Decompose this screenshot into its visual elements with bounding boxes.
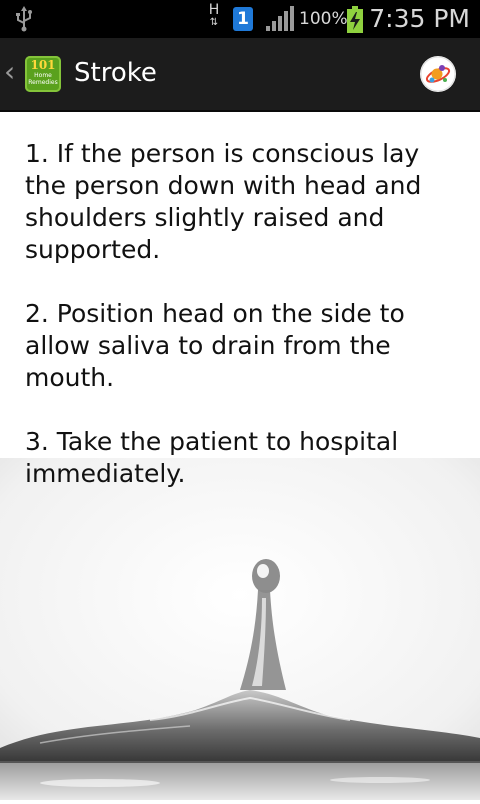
share-app-icon	[420, 56, 456, 92]
signal-icon	[265, 6, 295, 36]
step-2: 2. Position head on the side to allow sa…	[25, 299, 405, 392]
step-3: 3. Take the patient to hospital immediat…	[25, 427, 399, 488]
network-type-indicator: H ⇅	[205, 3, 223, 29]
logo-caption: Home Remedies	[25, 72, 61, 86]
chevron-left-icon[interactable]: ‹	[4, 57, 15, 87]
action-bar: ‹ 101 Home Remedies Stroke	[0, 38, 480, 112]
status-bar: H ⇅ 1 100% 7:35 PM	[0, 0, 480, 38]
logo-caption-line1: Home	[34, 72, 52, 79]
battery-percent: 100%	[299, 9, 348, 29]
share-app-button[interactable]	[420, 56, 456, 92]
logo-number: 101	[30, 58, 56, 72]
status-clock: 7:35 PM	[369, 4, 470, 33]
remedy-steps: 1. If the person is conscious lay the pe…	[25, 138, 465, 522]
battery-charging-icon	[346, 6, 364, 38]
notification-badge: 1	[233, 7, 253, 31]
data-arrows-icon: ⇅	[209, 17, 219, 28]
app-logo[interactable]: 101 Home Remedies	[25, 56, 61, 92]
network-type-label: H	[208, 2, 220, 18]
logo-caption-line2: Remedies	[28, 79, 58, 86]
step-1: 1. If the person is conscious lay the pe…	[25, 139, 422, 264]
page-title: Stroke	[74, 58, 157, 88]
usb-icon	[14, 6, 34, 36]
